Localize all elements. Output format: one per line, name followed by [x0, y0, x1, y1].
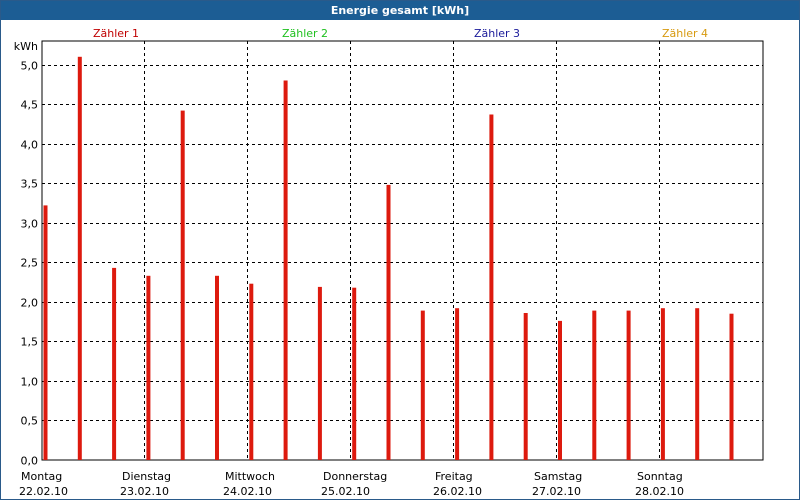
x-tick-day: Sonntag [637, 470, 683, 483]
legend-entry: Zähler 2 [282, 27, 328, 40]
x-tick-day: Mittwoch [225, 470, 275, 483]
x-tick-date: 22.02.10 [19, 485, 68, 498]
x-tick-day: Montag [21, 470, 62, 483]
bar [558, 320, 562, 460]
bar [43, 205, 48, 460]
bar [420, 310, 425, 460]
x-tick-day: Freitag [435, 470, 473, 483]
x-tick-date: 28.02.10 [635, 485, 684, 498]
y-tick-label: 0,5 [21, 415, 39, 428]
bar [283, 80, 288, 460]
bar [386, 184, 391, 460]
y-tick-label: 3,0 [21, 218, 39, 231]
bar [352, 287, 357, 460]
bar [489, 114, 494, 460]
bar [660, 308, 665, 460]
y-tick-label: 2,0 [21, 297, 39, 310]
energy-chart: 0,0 0,5 1,0 1,5 2,0 2,5 3,0 3,5 4,0 4,5 5,0 kWh Mont… [14, 27, 764, 498]
bar [455, 308, 460, 460]
y-tick-label: 1,0 [21, 376, 39, 389]
bar [215, 275, 219, 460]
x-tick-date: 27.02.10 [532, 485, 581, 498]
x-tick-date: 26.02.10 [433, 485, 482, 498]
x-tick-day: Dienstag [122, 470, 171, 483]
y-tick-label: 1,5 [21, 336, 39, 349]
legend-entry: Zähler 1 [93, 27, 139, 40]
bar [523, 313, 528, 460]
y-tick-label: 3,5 [21, 178, 39, 191]
bar [180, 110, 185, 460]
x-tick-day: Donnerstag [323, 470, 387, 483]
y-tick-label: 5,0 [21, 60, 39, 73]
x-tick-date: 23.02.10 [120, 485, 169, 498]
x-tick-day: Samstag [534, 470, 582, 483]
bar [729, 313, 734, 460]
bar [626, 310, 631, 460]
chart-window: Energie gesamt [kWh] 0,0 0,5 1,0 1,5 2,0 2,5 3… [0, 0, 800, 500]
x-tick-date: 24.02.10 [223, 485, 272, 498]
bar [592, 310, 597, 460]
legend-entry: Zähler 3 [474, 27, 520, 40]
legend-entry: Zähler 4 [662, 27, 708, 40]
y-tick-label: 4,5 [21, 99, 39, 112]
bar [317, 286, 322, 460]
y-tick-label: 4,0 [21, 139, 39, 152]
y-tick-label: 2,5 [21, 257, 39, 270]
x-tick-date: 25.02.10 [321, 485, 370, 498]
bar [77, 56, 82, 461]
bar [249, 283, 254, 460]
bar [112, 267, 117, 460]
y-tick-label: 0,0 [21, 455, 39, 468]
bar [146, 275, 151, 460]
y-axis-label: kWh [14, 40, 38, 53]
bar [695, 308, 700, 460]
